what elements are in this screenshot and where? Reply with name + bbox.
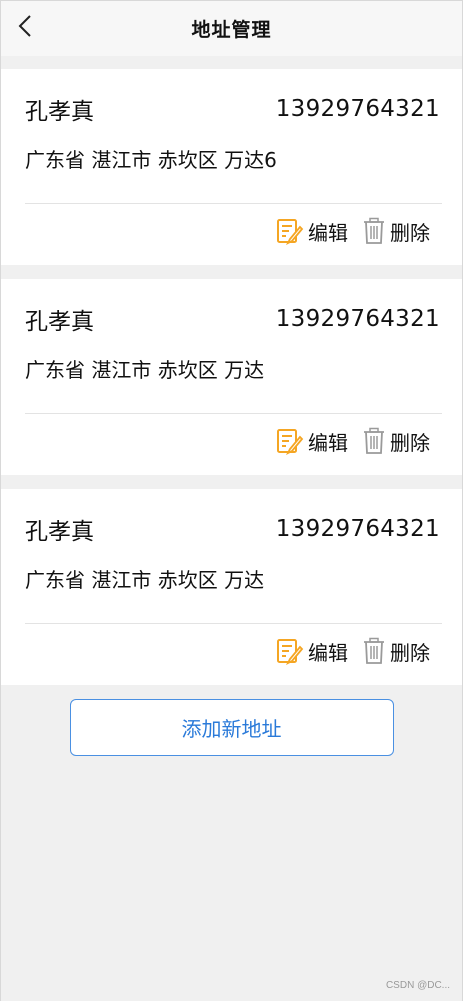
edit-label: 编辑 bbox=[308, 640, 348, 665]
contact-name: 孔孝真 bbox=[25, 99, 94, 125]
add-address-wrapper: 添加新地址 bbox=[1, 699, 462, 756]
delete-label: 删除 bbox=[390, 220, 430, 245]
delete-label: 删除 bbox=[390, 640, 430, 665]
card-actions: 编辑 删除 bbox=[1, 204, 462, 258]
card-actions: 编辑 删除 bbox=[1, 414, 462, 468]
trash-icon bbox=[364, 427, 384, 454]
edit-label: 编辑 bbox=[308, 430, 348, 455]
page-title: 地址管理 bbox=[191, 19, 272, 41]
edit-icon bbox=[277, 219, 304, 245]
trash-icon bbox=[364, 217, 384, 244]
delete-button[interactable]: 删除 bbox=[362, 217, 430, 246]
address-text: 广东省 湛江市 赤坎区 万达 bbox=[25, 568, 265, 592]
watermark: CSDN @DC... bbox=[385, 980, 450, 991]
edit-button[interactable]: 编辑 bbox=[276, 427, 348, 456]
address-text: 广东省 湛江市 赤坎区 万达6 bbox=[25, 148, 277, 172]
card-header: 孔孝真 13929764321 bbox=[1, 279, 462, 355]
address-card: 孔孝真 13929764321 广东省 湛江市 赤坎区 万达 编辑 删除 bbox=[1, 489, 462, 685]
add-address-button[interactable]: 添加新地址 bbox=[69, 699, 394, 756]
address-card: 孔孝真 13929764321 广东省 湛江市 赤坎区 万达6 编辑 删除 bbox=[1, 69, 462, 265]
edit-button[interactable]: 编辑 bbox=[276, 217, 348, 246]
card-header: 孔孝真 13929764321 bbox=[1, 489, 462, 565]
contact-phone: 13929764321 bbox=[275, 516, 440, 542]
contact-name: 孔孝真 bbox=[25, 519, 94, 545]
delete-button[interactable]: 删除 bbox=[362, 427, 430, 456]
edit-label: 编辑 bbox=[308, 220, 348, 245]
address-card: 孔孝真 13929764321 广东省 湛江市 赤坎区 万达 编辑 删除 bbox=[1, 279, 462, 475]
chevron-left-icon bbox=[18, 15, 31, 37]
edit-button[interactable]: 编辑 bbox=[276, 637, 348, 666]
trash-icon bbox=[364, 637, 384, 664]
navbar: 地址管理 bbox=[1, 0, 462, 56]
delete-label: 删除 bbox=[390, 430, 430, 455]
address-list: 孔孝真 13929764321 广东省 湛江市 赤坎区 万达6 编辑 删除 孔孝… bbox=[1, 56, 462, 685]
edit-icon bbox=[277, 429, 304, 455]
delete-button[interactable]: 删除 bbox=[362, 637, 430, 666]
address-text: 广东省 湛江市 赤坎区 万达 bbox=[25, 358, 265, 382]
app-screen: 地址管理 孔孝真 13929764321 广东省 湛江市 赤坎区 万达6 编辑 … bbox=[0, 0, 463, 1001]
card-actions: 编辑 删除 bbox=[1, 624, 462, 678]
contact-phone: 13929764321 bbox=[275, 96, 440, 122]
contact-phone: 13929764321 bbox=[275, 306, 440, 332]
edit-icon bbox=[277, 639, 304, 665]
card-header: 孔孝真 13929764321 bbox=[1, 69, 462, 145]
contact-name: 孔孝真 bbox=[25, 309, 94, 335]
back-button[interactable] bbox=[13, 11, 37, 41]
